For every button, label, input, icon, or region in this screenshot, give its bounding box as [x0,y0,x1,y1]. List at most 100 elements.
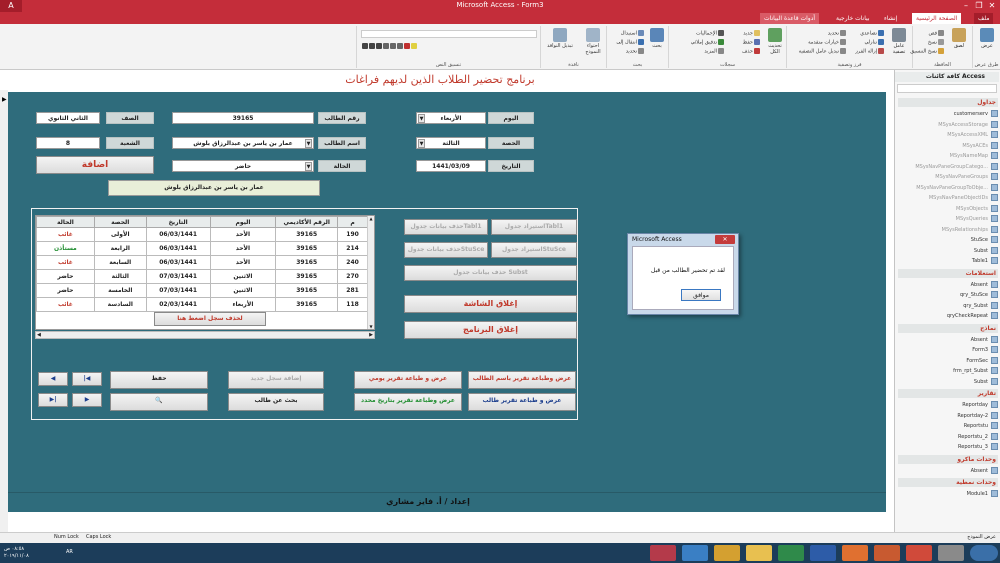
find-button[interactable]: بحث [647,28,667,49]
nav-first-button[interactable]: |◀ [72,372,102,386]
cell-status[interactable]: غائب [36,255,95,270]
spelling-button[interactable]: تدقيق إملائي [691,39,724,46]
table-row[interactable]: 214 39165 الأحد 06/03/1441 الرابعة مستأذن [36,241,368,256]
nav-item[interactable]: Form3 [898,345,998,356]
cell-id[interactable]: 214 [337,241,368,256]
select-button[interactable]: تحديد [626,48,644,55]
cell-period[interactable]: الأولى [93,227,147,242]
report-student-button[interactable]: عرض و طباعة تقرير طالب [468,393,576,411]
tab-external-data[interactable]: بيانات خارجية [832,13,874,24]
delete-tabl1-button[interactable]: حذف بيانات جدولTabl1 [404,219,488,235]
nav-item[interactable]: qry_Subst [898,301,998,312]
nav-search-input[interactable] [897,84,997,93]
cell-period[interactable]: الخامسة [93,283,147,298]
close-screen-button[interactable]: إغلاق الشاشة [404,295,577,313]
nav-item[interactable]: FormSec [898,356,998,367]
new-record-ribbon-button[interactable]: جديد [743,30,760,37]
more-button[interactable]: المزيد [704,48,724,55]
section-field[interactable]: 8 [36,137,100,149]
cell-date[interactable]: 06/03/1441 [145,241,211,256]
nav-next-button[interactable]: ▶ [72,393,102,407]
align-center-icon[interactable] [390,43,396,49]
cell-period[interactable]: السابعة [93,255,147,270]
cell-status[interactable]: غائب [36,297,95,312]
date-field[interactable]: 1441/03/09 [416,160,486,172]
grade-field[interactable]: الثاني الثانوي [36,112,100,124]
nav-section[interactable]: نماذج [898,323,998,333]
goto-button[interactable]: انتقال إلى [616,39,644,46]
delete-stusce-button[interactable]: حذف بيانات جدولStuSce [404,242,488,258]
nav-item[interactable]: MSysNavPaneObjectIDs [898,193,998,204]
replace-button[interactable]: استبدال [621,30,644,37]
cell-day[interactable]: الأحد [209,241,277,256]
tab-create[interactable]: إنشاء [880,13,901,24]
font-selector[interactable] [361,30,537,38]
refresh-all-button[interactable]: تحديث الكل [765,28,785,55]
format-painter-button[interactable]: نسخ التنسيق [910,48,944,55]
firefox-task-icon[interactable] [842,545,868,561]
close-program-button[interactable]: إغلاق البرنامج [404,321,577,339]
cell-status[interactable]: غائب [36,227,95,242]
report-daily-button[interactable]: عرض و طباعة تقرير يومي [354,371,462,389]
nav-item[interactable]: frm_rpt_Subst [898,366,998,377]
font-color-icon[interactable] [404,43,410,49]
student-no-field[interactable]: 39165 [172,112,314,124]
totals-button[interactable]: الإجماليات [696,30,724,37]
nav-item[interactable]: Absent [898,280,998,291]
language-indicator[interactable]: AR [66,549,73,555]
scroll-up-arrow[interactable]: ▲ [368,216,374,221]
table-row[interactable]: 190 39165 الأحد 06/03/1441 الأولى غائب [36,227,368,242]
nav-section[interactable]: تقارير [898,389,998,398]
scroll-right-arrow[interactable]: ▶ [369,332,373,338]
nav-item[interactable]: MSysObjects [898,204,998,215]
cell-day[interactable]: الاثنين [209,269,277,284]
col-header[interactable]: الرقم الأكاديمي [275,216,339,228]
delete-ribbon-button[interactable]: حذف [742,48,760,55]
excel-task-icon[interactable] [778,545,804,561]
cell-day[interactable]: الأحد [209,255,277,270]
cell-academic-no[interactable]: 39165 [275,283,339,298]
nav-item[interactable]: MSysAccessStorage [898,120,998,131]
nav-item[interactable]: Subst [898,246,998,257]
col-header[interactable]: الحالة [36,216,95,228]
explorer-task-icon[interactable] [714,545,740,561]
cell-academic-no[interactable]: 39165 [275,227,339,242]
nav-item[interactable]: Reportday [898,400,998,411]
cell-status[interactable]: حاضر [36,269,95,284]
paste-button[interactable]: لصق [949,28,969,49]
cell-day[interactable]: الأحد [209,227,277,242]
search-icon[interactable]: 🔍 [110,393,208,411]
chrome-task-icon[interactable] [906,545,932,561]
cell-academic-no[interactable]: 39165 [275,297,339,312]
view-button[interactable]: عرض [977,28,997,49]
records-grid[interactable]: م الرقم الأكاديمي اليوم التاريخ الحصة ال… [35,215,375,330]
advanced-button[interactable]: خيارات متقدمة [808,39,846,46]
student-name-dropdown-arrow[interactable]: ▼ [305,139,312,148]
nav-item[interactable]: customerserv [898,109,998,120]
cell-id[interactable]: 118 [337,297,368,312]
nav-prev-button[interactable]: ◀ [38,372,68,386]
dialog-close-button[interactable]: ✕ [715,235,735,244]
scroll-left-arrow[interactable]: ◀ [37,332,41,338]
nav-item[interactable]: MSysNavPaneGroups [898,172,998,183]
cell-academic-no[interactable]: 39165 [275,241,339,256]
dialog-ok-button[interactable]: موافق [681,289,721,301]
nav-item[interactable]: Reportstu_2 [898,432,998,443]
fit-form-button[interactable]: احتواء النموذج [581,28,605,55]
table-row[interactable]: 281 39165 الاثنين 07/03/1441 الخامسة حاضر [36,283,368,298]
add-button[interactable]: اضافة [36,156,154,174]
nav-item[interactable]: Table1 [898,256,998,267]
col-header[interactable]: اليوم [209,216,277,228]
nav-item[interactable]: MSysAccessXML [898,130,998,141]
grid-vscrollbar[interactable]: ▲ ▼ [367,216,374,329]
cell-status[interactable]: حاضر [36,283,95,298]
nav-item[interactable]: qryCheckRepeat [898,311,998,322]
save-ribbon-button[interactable]: حفظ [743,39,760,46]
nav-item[interactable]: StuSce [898,235,998,246]
nav-section[interactable]: وحدات نمطية [898,478,998,487]
save-record-button[interactable]: حفظ [110,371,208,389]
nav-item[interactable]: MSysACEs [898,141,998,152]
underline-icon[interactable] [376,43,382,49]
cell-id[interactable]: 190 [337,227,368,242]
new-record-button[interactable]: إضافة سجل جديد [228,371,324,389]
